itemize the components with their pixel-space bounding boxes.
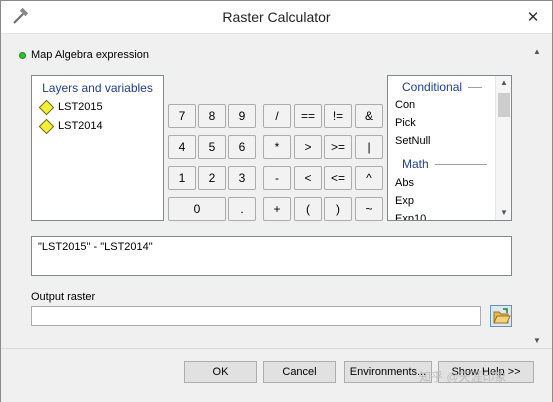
key-greater-equal[interactable]: >= xyxy=(324,135,352,159)
key-1[interactable]: 1 xyxy=(168,166,196,190)
key-2[interactable]: 2 xyxy=(198,166,226,190)
key-3[interactable]: 3 xyxy=(228,166,256,190)
open-folder-icon xyxy=(491,308,511,329)
key-8[interactable]: 8 xyxy=(198,104,226,128)
cancel-button[interactable]: Cancel xyxy=(263,361,336,383)
function-group-label: Math xyxy=(402,157,429,171)
expression-heading-label: Map Algebra expression xyxy=(31,49,150,61)
function-item[interactable]: Abs xyxy=(395,177,414,189)
layers-header: Layers and variables xyxy=(42,81,153,95)
scroll-up-icon[interactable]: ▲ xyxy=(530,45,544,59)
key-not[interactable]: ~ xyxy=(355,197,383,221)
function-group-conditional: Conditional xyxy=(402,79,483,95)
layers-list[interactable]: Layers and variables LST2015 LST2014 xyxy=(31,75,164,221)
window-title: Raster Calculator xyxy=(222,9,331,25)
group-divider xyxy=(468,86,483,88)
key-and[interactable]: & xyxy=(355,104,383,128)
expression-textbox[interactable]: "LST2015" - "LST2014" xyxy=(31,236,512,276)
group-divider xyxy=(434,163,487,165)
key-5[interactable]: 5 xyxy=(198,135,226,159)
key-4[interactable]: 4 xyxy=(168,135,196,159)
title-bar: Raster Calculator ✕ xyxy=(1,1,552,34)
key-not-equal[interactable]: != xyxy=(324,104,352,128)
scroll-thumb[interactable] xyxy=(498,93,510,117)
watermark: 知乎 @天涯印象 xyxy=(419,370,507,384)
key-divide[interactable]: / xyxy=(263,104,291,128)
function-item[interactable]: Exp xyxy=(395,195,414,207)
close-icon: ✕ xyxy=(526,9,540,26)
key-minus[interactable]: - xyxy=(263,166,291,190)
layer-item[interactable]: LST2015 xyxy=(38,99,103,115)
key-7[interactable]: 7 xyxy=(168,104,196,128)
dialog-content: Map Algebra expression ▲ ▼ Layers and va… xyxy=(1,35,552,348)
status-dot-icon xyxy=(19,51,26,59)
raster-calculator-window: Raster Calculator ✕ Map Algebra expressi… xyxy=(0,0,553,402)
scroll-up-icon[interactable]: ▲ xyxy=(496,76,511,90)
function-item[interactable]: SetNull xyxy=(395,135,430,147)
key-greater[interactable]: > xyxy=(294,135,322,159)
key-open-paren[interactable]: ( xyxy=(294,197,322,221)
layer-item-label: LST2015 xyxy=(58,101,103,113)
output-raster-label: Output raster xyxy=(31,291,96,303)
key-decimal[interactable]: . xyxy=(228,197,256,221)
scroll-down-icon[interactable]: ▼ xyxy=(530,334,544,348)
functions-scrollbar[interactable]: ▲ ▼ xyxy=(495,76,511,220)
key-6[interactable]: 6 xyxy=(228,135,256,159)
raster-layer-icon xyxy=(38,118,55,134)
scroll-down-icon[interactable]: ▼ xyxy=(496,206,511,220)
function-group-math: Math xyxy=(402,156,487,172)
function-item[interactable]: Pick xyxy=(395,117,416,129)
browse-button[interactable] xyxy=(490,305,512,327)
key-or[interactable]: | xyxy=(355,135,383,159)
key-close-paren[interactable]: ) xyxy=(324,197,352,221)
key-0[interactable]: 0 xyxy=(168,197,226,221)
dialog-footer: OK Cancel Environments... Show Help >> 知… xyxy=(1,348,552,402)
function-group-label: Conditional xyxy=(402,80,463,94)
function-item[interactable]: Exp10 xyxy=(395,213,426,220)
dialog-scrollbar[interactable]: ▲ ▼ xyxy=(530,45,544,348)
key-xor[interactable]: ^ xyxy=(355,166,383,190)
expression-text: "LST2015" - "LST2014" xyxy=(38,241,153,253)
expression-heading: Map Algebra expression xyxy=(19,48,149,62)
key-equal[interactable]: == xyxy=(294,104,322,128)
key-9[interactable]: 9 xyxy=(228,104,256,128)
function-item[interactable]: Con xyxy=(395,99,415,111)
layer-item-label: LST2014 xyxy=(58,120,103,132)
output-raster-input[interactable] xyxy=(31,306,481,326)
layer-item[interactable]: LST2014 xyxy=(38,118,103,134)
key-less-equal[interactable]: <= xyxy=(324,166,352,190)
key-plus[interactable]: + xyxy=(263,197,291,221)
key-multiply[interactable]: * xyxy=(263,135,291,159)
functions-list[interactable]: Conditional Con Pick SetNull Math Abs Ex… xyxy=(387,75,512,221)
raster-layer-icon xyxy=(38,99,55,115)
close-button[interactable]: ✕ xyxy=(522,9,544,27)
ok-button[interactable]: OK xyxy=(184,361,257,383)
key-less[interactable]: < xyxy=(294,166,322,190)
